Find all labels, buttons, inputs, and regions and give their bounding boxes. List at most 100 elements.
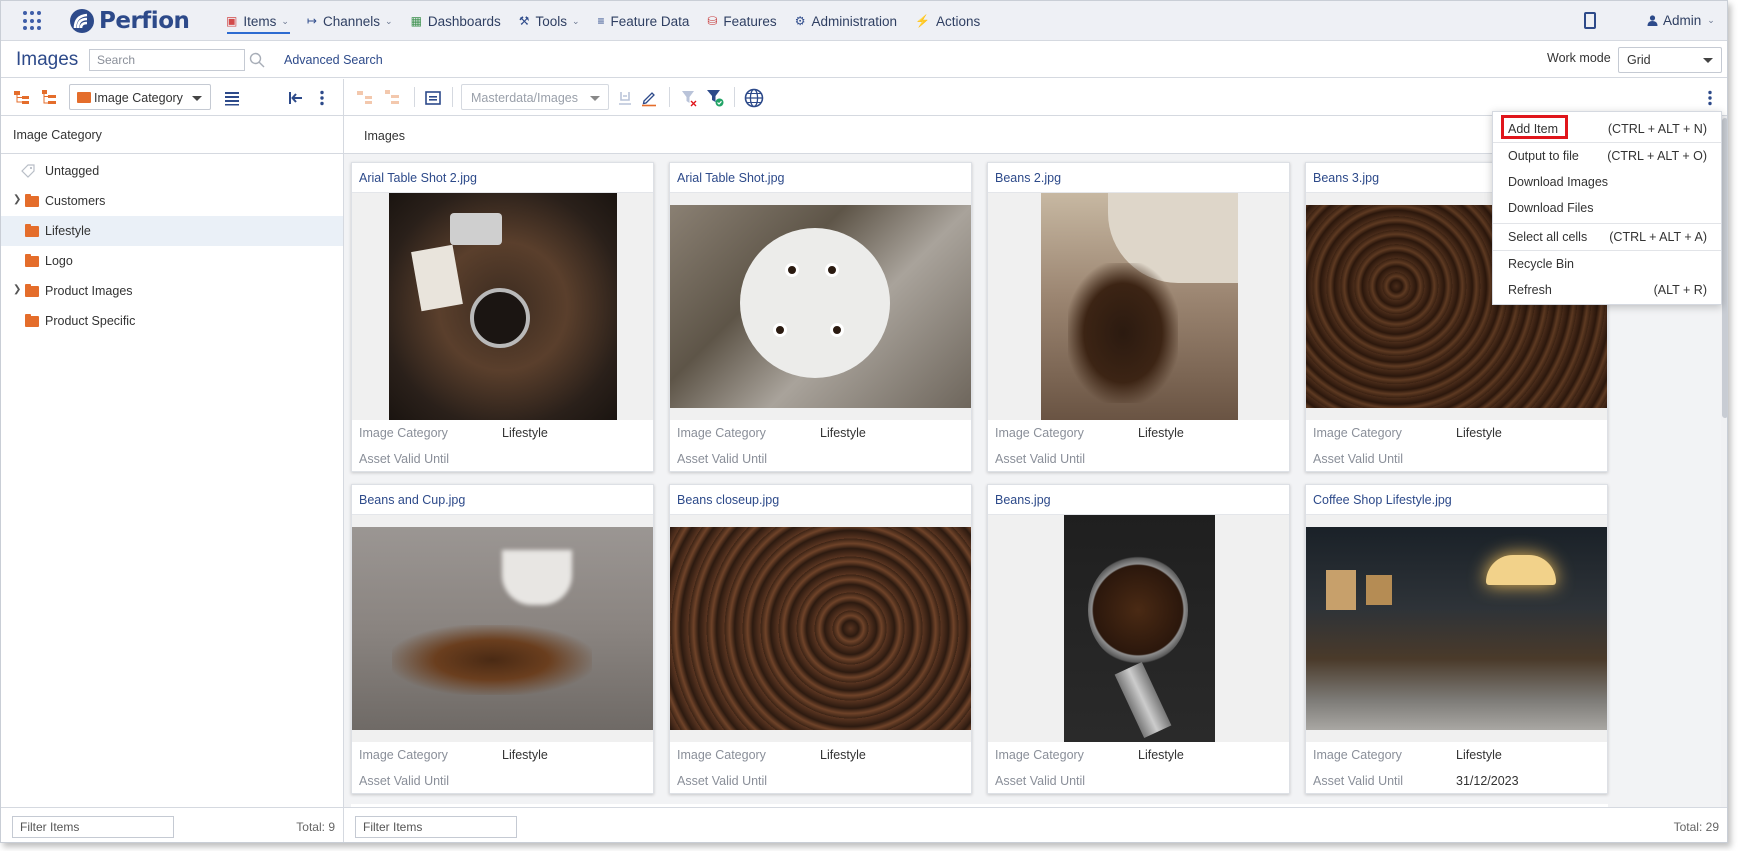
view-select-value: Masterdata/Images: [471, 91, 578, 105]
globe-icon[interactable]: [744, 88, 764, 108]
filter-active-icon[interactable]: [706, 89, 724, 107]
tree-item-logo[interactable]: Logo: [1, 246, 343, 276]
work-mode-select[interactable]: Grid: [1618, 47, 1722, 73]
card-title[interactable]: Beans.jpg: [988, 485, 1289, 515]
tree-item-lifestyle[interactable]: Lifestyle: [1, 216, 343, 246]
edit-pencil-icon[interactable]: [640, 89, 658, 107]
tree-item-product-specific[interactable]: Product Specific: [1, 306, 343, 336]
menu-item-recycle-bin[interactable]: Recycle Bin: [1493, 251, 1721, 277]
tree-item-label: Logo: [45, 254, 73, 268]
nav-feature-data[interactable]: ≡ Feature Data: [589, 1, 699, 41]
menu-item-output-to-file[interactable]: Output to file (CTRL + ALT + O): [1493, 143, 1721, 169]
app-launcher-icon[interactable]: [23, 11, 43, 31]
image-card[interactable]: Arial Table Shot 2.jpg Image Category Li…: [351, 162, 654, 472]
search-icon[interactable]: [249, 52, 265, 68]
highlight-box: [1501, 115, 1568, 139]
cube-icon: ▣: [226, 14, 238, 28]
image-card[interactable]: Beans 2.jpg Image Category Lifestyle Ass…: [987, 162, 1290, 472]
more-options-icon[interactable]: [313, 89, 331, 107]
card-field-category: Image Category Lifestyle: [988, 420, 1289, 446]
menu-item-refresh[interactable]: Refresh (ALT + R): [1493, 277, 1721, 303]
image-card[interactable]: Coffee Shop Lifestyle.jpg Image Category…: [1305, 484, 1608, 794]
collapse-panel-icon[interactable]: [287, 89, 305, 107]
image-card[interactable]: Beans.jpg Image Category Lifestyle Asset…: [987, 484, 1290, 794]
perfion-logo[interactable]: Perfion: [69, 8, 190, 34]
card-title[interactable]: Beans and Cup.jpg: [352, 485, 653, 515]
menu-item-shortcut: (CTRL + ALT + O): [1607, 149, 1707, 163]
nav-channels[interactable]: ↦ Channels ⌄: [298, 1, 402, 41]
card-field-valid-until: Asset Valid Until 31/12/2023: [1306, 768, 1607, 794]
view-select[interactable]: Masterdata/Images: [461, 84, 609, 110]
menu-item-select-all-cells[interactable]: Select all cells (CTRL + ALT + A): [1493, 224, 1721, 250]
clear-filter-icon[interactable]: [680, 89, 698, 107]
card-title[interactable]: Beans 2.jpg: [988, 163, 1289, 193]
menu-item-download-images[interactable]: Download Images: [1493, 169, 1721, 195]
image-thumbnail[interactable]: [352, 515, 653, 742]
toolbar-divider: [452, 87, 453, 107]
card-title[interactable]: Coffee Shop Lifestyle.jpg: [1306, 485, 1607, 515]
chevron-right-icon[interactable]: ❯: [13, 284, 21, 295]
grid-more-options-icon[interactable]: [1701, 89, 1719, 107]
field-label: Image Category: [359, 748, 448, 762]
card-field-valid-until: Asset Valid Until: [988, 768, 1289, 794]
user-icon: [1647, 15, 1658, 26]
tree-list-icon[interactable]: [40, 89, 58, 107]
field-value: 31/12/2023: [1456, 774, 1519, 788]
image-card[interactable]: Arial Table Shot.jpg Image Category Life…: [669, 162, 972, 472]
user-menu[interactable]: Admin ⌄: [1647, 13, 1715, 28]
tree-item-label: Lifestyle: [45, 224, 91, 238]
category-tree-panel: Image Category Untagged ❯ Customers Life…: [1, 116, 344, 807]
nav-items[interactable]: ▣ Items ⌄: [217, 1, 298, 41]
card-title[interactable]: Arial Table Shot 2.jpg: [352, 163, 653, 193]
folder-icon: [25, 284, 39, 297]
tree-expand-disabled-icon: [357, 91, 372, 104]
card-title[interactable]: Beans closeup.jpg: [670, 485, 971, 515]
search-input[interactable]: [89, 49, 245, 71]
image-thumbnail[interactable]: [670, 515, 971, 742]
caret-down-icon: [590, 96, 600, 101]
nav-label: Items: [243, 13, 277, 29]
field-label: Image Category: [359, 426, 448, 440]
nav-actions[interactable]: ⚡ Actions: [906, 1, 989, 41]
menu-item-label: Download Images: [1508, 175, 1609, 189]
tree-footer: Total: 9: [1, 807, 344, 842]
folder-icon: [25, 314, 39, 327]
user-name: Admin: [1663, 13, 1702, 28]
tree-expand-icon[interactable]: [13, 89, 31, 107]
image-thumbnail[interactable]: [670, 193, 971, 420]
image-thumbnail[interactable]: [988, 515, 1289, 742]
image-card[interactable]: Beans closeup.jpg Image Category Lifesty…: [669, 484, 972, 794]
image-card[interactable]: Beans and Cup.jpg Image Category Lifesty…: [351, 484, 654, 794]
menu-item-download-files[interactable]: Download Files: [1493, 195, 1721, 221]
menu-item-label: Select all cells: [1508, 230, 1588, 244]
tree-item-customers[interactable]: ❯ Customers: [1, 186, 343, 216]
grid-filter-input[interactable]: [355, 816, 517, 838]
tree-item-label: Untagged: [45, 164, 100, 178]
details-panel-icon[interactable]: [424, 89, 442, 107]
image-thumbnail[interactable]: [352, 193, 653, 420]
nav-administration[interactable]: ⚙ Administration: [786, 1, 906, 41]
grid-scrollbar[interactable]: [1721, 116, 1727, 807]
nav-dashboards[interactable]: ▦ Dashboards: [402, 1, 510, 41]
list-view-icon[interactable]: [223, 89, 241, 107]
card-field-category: Image Category Lifestyle: [670, 420, 971, 446]
field-value: Lifestyle: [1138, 748, 1184, 762]
tree-filter-input[interactable]: [12, 816, 174, 838]
card-title[interactable]: Arial Table Shot.jpg: [670, 163, 971, 193]
image-thumbnail[interactable]: [988, 193, 1289, 420]
field-label: Image Category: [995, 748, 1084, 762]
mobile-device-icon[interactable]: [1584, 12, 1596, 29]
wrench-icon: ⚒: [518, 14, 530, 28]
image-thumbnail[interactable]: [1306, 515, 1607, 742]
tree-item-untagged[interactable]: Untagged: [1, 156, 343, 186]
scrollbar-thumb[interactable]: [1722, 118, 1727, 418]
toolbar-divider: [414, 87, 415, 107]
field-value: Lifestyle: [820, 748, 866, 762]
field-label: Asset Valid Until: [995, 774, 1086, 788]
nav-tools[interactable]: ⚒ Tools ⌄: [510, 1, 589, 41]
advanced-search-link[interactable]: Advanced Search: [284, 53, 383, 67]
category-select[interactable]: Image Category: [69, 84, 211, 110]
chevron-right-icon[interactable]: ❯: [13, 194, 21, 205]
nav-features[interactable]: ⛁ Features: [698, 1, 785, 41]
tree-item-product-images[interactable]: ❯ Product Images: [1, 276, 343, 306]
